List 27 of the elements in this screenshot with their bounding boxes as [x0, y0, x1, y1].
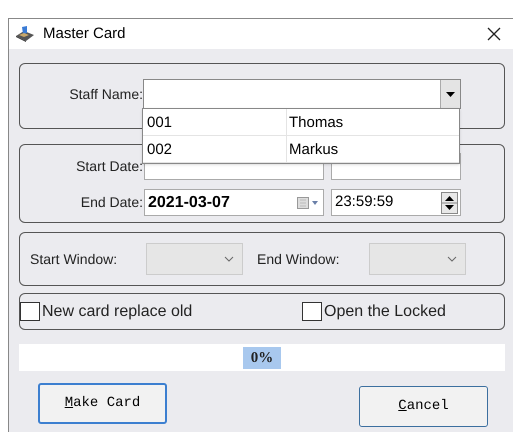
option-code[interactable]: 001	[143, 109, 287, 135]
option-name[interactable]: Thomas	[287, 109, 459, 135]
progress-label: 0%	[242, 346, 282, 368]
field-label: Start Window:	[30, 250, 118, 268]
option-code[interactable]: 002	[143, 136, 287, 162]
field-label: Staff Name:	[68, 85, 143, 104]
close-icon[interactable]	[487, 27, 501, 41]
field-label: Start Date:	[75, 157, 143, 176]
date-field[interactable]: 2021-03-07	[144, 189, 324, 216]
chevron-down-icon	[447, 256, 457, 262]
checkbox[interactable]	[302, 302, 322, 321]
chevron-down-icon	[224, 256, 234, 262]
checkbox-label: New card replace old	[42, 302, 192, 322]
window-title: Master Card	[43, 24, 126, 44]
caret-icon	[446, 92, 455, 96]
calendar-icon[interactable]	[297, 196, 319, 208]
option-name[interactable]: Markus	[287, 136, 459, 162]
make-card-button[interactable]: Make Card	[38, 383, 167, 424]
checkbox[interactable]	[20, 302, 40, 321]
staff-name-dropdown[interactable]	[143, 79, 461, 109]
time-field[interactable]: 23:59:59	[331, 189, 461, 216]
checkbox-label: Open the Locked	[324, 302, 446, 322]
cancel-button[interactable]: Cancel	[359, 386, 488, 427]
app-icon	[15, 25, 35, 43]
spinner-arrows-icon[interactable]	[441, 192, 458, 214]
field-label: End Window:	[257, 250, 340, 268]
field-label: End Date:	[80, 193, 143, 212]
